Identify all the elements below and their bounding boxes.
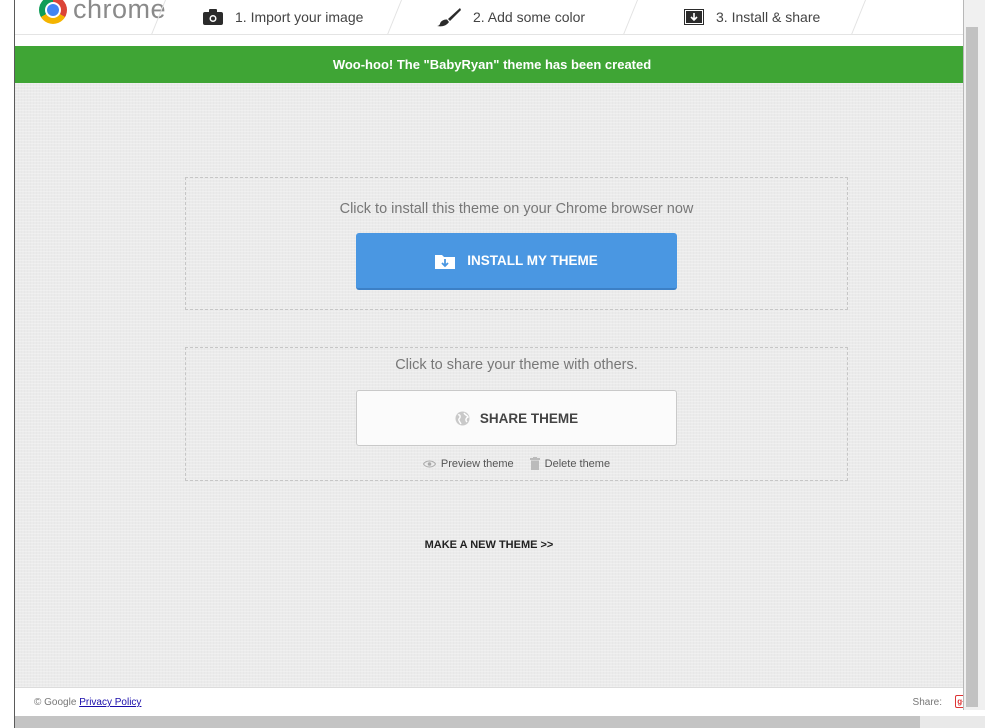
vertical-scrollbar-thumb[interactable] <box>966 27 978 707</box>
download-box-icon <box>684 9 704 25</box>
make-new-theme-link[interactable]: MAKE A NEW THEME >> <box>15 539 963 551</box>
eye-icon <box>422 460 436 468</box>
folder-download-icon <box>435 253 456 269</box>
footer-share-label: Share: <box>912 697 942 708</box>
preview-theme-label: Preview theme <box>440 457 514 470</box>
step-separator <box>620 0 638 34</box>
install-prompt: Click to install this theme on your Chro… <box>339 201 694 217</box>
success-message: Woo-hoo! The "BabyRyan" theme has been c… <box>332 57 652 72</box>
footer-copyright: © Google Privacy Policy <box>34 697 141 708</box>
window-right-border <box>963 0 964 710</box>
globe-icon <box>455 411 470 426</box>
page-footer: © Google Privacy Policy Share: g+ <box>15 687 978 717</box>
step-separator <box>848 0 866 34</box>
delete-theme-label: Delete theme <box>544 457 611 470</box>
horizontal-scrollbar-thumb[interactable] <box>15 716 920 728</box>
step-import[interactable]: 1. Import your image <box>203 0 363 34</box>
logo-text: chrome <box>73 0 167 24</box>
install-theme-button[interactable]: INSTALL MY THEME <box>356 233 677 290</box>
copyright-text: © Google <box>34 697 77 708</box>
step-color[interactable]: 2. Add some color <box>437 0 585 34</box>
camera-icon <box>203 9 223 25</box>
step-install-share-label: 3. Install & share <box>716 9 821 25</box>
step-header: chrome 1. Import your image 2. Add some … <box>15 0 963 35</box>
theme-actions: Preview theme Delete theme <box>186 457 847 470</box>
privacy-policy-link[interactable]: Privacy Policy <box>79 697 141 708</box>
step-separator <box>384 0 402 34</box>
main-panel: Click to install this theme on your Chro… <box>15 83 963 687</box>
success-banner: Woo-hoo! The "BabyRyan" theme has been c… <box>15 46 969 83</box>
trash-icon <box>529 457 540 470</box>
install-theme-label: INSTALL MY THEME <box>467 253 598 268</box>
share-prompt: Click to share your theme with others. <box>395 357 638 373</box>
share-theme-button[interactable]: SHARE THEME <box>356 390 677 446</box>
chrome-logo-icon <box>39 0 67 24</box>
preview-theme-link[interactable]: Preview theme <box>422 457 514 470</box>
step-color-label: 2. Add some color <box>473 9 586 25</box>
delete-theme-link[interactable]: Delete theme <box>529 457 611 470</box>
step-install-share[interactable]: 3. Install & share <box>684 0 820 34</box>
install-section: Click to install this theme on your Chro… <box>185 177 848 310</box>
share-theme-label: SHARE THEME <box>479 410 579 426</box>
share-section: Click to share your theme with others. S… <box>185 347 848 481</box>
step-import-label: 1. Import your image <box>235 9 364 25</box>
paintbrush-icon <box>437 7 461 27</box>
chrome-logo[interactable]: chrome <box>39 0 166 25</box>
